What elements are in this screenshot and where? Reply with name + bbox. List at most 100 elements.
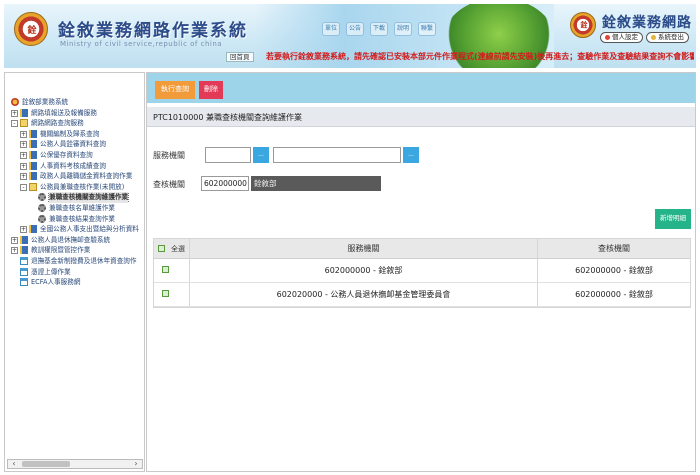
collapse-icon[interactable]: - — [11, 120, 18, 128]
announcement-icon[interactable]: 公告 — [346, 22, 364, 36]
sidebar-item[interactable]: 兼職查核機關查詢維護作業 — [5, 192, 144, 203]
ministry-logo-icon: 銓 — [14, 12, 48, 46]
sidebar-item[interactable]: 兼職查核結果查詢作業 — [5, 214, 144, 225]
contact-icon[interactable]: 聯繫 — [418, 22, 436, 36]
expand-icon[interactable]: + — [11, 109, 18, 117]
sidebar-item-label: 兼職查核結果查詢作業 — [49, 214, 115, 223]
sidebar-item-label: 退撫基金新制撥費及退休年資查詢作 — [31, 256, 137, 265]
header-banner: 銓 銓敘業務網路作業系統 Ministry of civil service,r… — [4, 4, 696, 68]
sidebar-item[interactable]: 兼職查核名單維護作業 — [5, 203, 144, 214]
sidebar-item-label: 公務人員銓審資料查詢 — [40, 140, 106, 149]
scroll-left-icon[interactable]: ‹ — [8, 459, 20, 469]
expand-icon[interactable]: + — [20, 162, 27, 170]
sidebar-item-label: 全國公務人事支出暨給與分析資料 — [40, 225, 139, 234]
sidebar-item[interactable]: 退撫基金新制撥費及退休年資查詢作 — [5, 256, 144, 267]
select-all-checkbox[interactable] — [158, 245, 165, 252]
row-select-cell — [154, 283, 190, 306]
expand-icon[interactable]: + — [20, 141, 27, 149]
sidebar-item-label: 公務人員退休撫卹查驗系統 — [31, 235, 111, 244]
book-icon — [29, 172, 37, 181]
expand-icon[interactable]: + — [20, 173, 27, 181]
sidebar-item[interactable]: + 公務人員銓審資料查詢 — [5, 139, 144, 150]
expand-icon[interactable]: + — [11, 236, 18, 244]
expand-icon[interactable]: + — [20, 151, 27, 159]
personal-settings-button[interactable]: 個人設定 — [600, 32, 643, 43]
row-checkbox[interactable] — [162, 266, 169, 273]
check-org-name: 銓敘部 — [251, 176, 381, 191]
sidebar-item[interactable]: + 全國公務人事支出暨給與分析資料 — [5, 224, 144, 235]
help-icon[interactable]: 說明 — [394, 22, 412, 36]
expand-icon[interactable]: + — [20, 226, 27, 234]
settings-dot-icon — [605, 35, 610, 40]
service-org-cell: 602000000 - 銓敘部 — [190, 259, 538, 282]
service-org-lookup-button[interactable]: ... — [253, 147, 269, 163]
scroll-right-icon[interactable]: › — [130, 459, 142, 469]
select-all-cell: 全選 — [154, 239, 190, 258]
sidebar-item[interactable]: + 網路填報送及報備服務 — [5, 108, 144, 119]
gear-icon — [38, 203, 46, 212]
book-open-icon — [29, 182, 37, 191]
home-link[interactable]: 回首頁 — [226, 52, 254, 62]
service-org-code-input[interactable] — [205, 147, 251, 163]
service-org-label: 服務機關 — [153, 151, 185, 160]
sidebar-item[interactable]: + 公保優存資料查詢 — [5, 150, 144, 161]
book-icon — [20, 246, 28, 255]
main-content: 執行查詢 刪除 PTC1010000 兼職查核機關查詢維護作業 服務機關 ...… — [146, 72, 696, 472]
doc-icon — [20, 278, 28, 287]
sidebar-item-label: 網路網路查詢服務 — [31, 119, 84, 128]
expand-icon[interactable]: + — [20, 130, 27, 138]
unit-icon[interactable]: 單位 — [322, 22, 340, 36]
logout-label: 系統登出 — [658, 33, 684, 41]
sidebar-item-label: 教訓權限暨管控作業 — [31, 246, 91, 255]
expand-icon[interactable]: + — [11, 247, 18, 255]
sidebar-item-label: 公務員兼職查核作業(未開放) — [40, 182, 125, 191]
gear-icon — [38, 193, 46, 202]
download-icon[interactable]: 下載 — [370, 22, 388, 36]
row-checkbox[interactable] — [162, 290, 169, 297]
delete-button[interactable]: 刪除 — [199, 81, 223, 99]
sidebar-item[interactable]: 憑證上傳作業 — [5, 267, 144, 278]
check-org-label: 查核機關 — [153, 180, 185, 189]
service-org-name-lookup-button[interactable]: ... — [403, 147, 419, 163]
system-subtitle: Ministry of civil service,republic of ch… — [60, 40, 223, 48]
sidebar-item[interactable]: + 政務人員離職儲金資料查詢作業 — [5, 171, 144, 182]
sidebar-item[interactable]: + 機關編制及歸系查詢 — [5, 129, 144, 140]
doc-icon — [20, 256, 28, 265]
select-all-label: 全選 — [171, 245, 185, 253]
sidebar-item[interactable]: + 公務人員退休撫卹查驗系統 — [5, 235, 144, 246]
sidebar-item-label: 機關編制及歸系查詢 — [40, 129, 100, 138]
sidebar-item[interactable]: + 人事資料考核成績查詢 — [5, 161, 144, 172]
sidebar-item-label: 政務人員離職儲金資料查詢作業 — [40, 172, 133, 181]
add-detail-button[interactable]: 新增明細 — [655, 209, 691, 229]
scrollbar-thumb[interactable] — [22, 461, 70, 467]
table-row[interactable]: 602000000 - 銓敘部 602000000 - 銓敘部 — [154, 259, 690, 283]
logout-button[interactable]: 系統登出 — [646, 32, 689, 43]
sidebar-item-label: 人事資料考核成績查詢 — [40, 161, 106, 170]
ministry-logo-right-icon: 銓 — [570, 12, 596, 38]
execute-query-button[interactable]: 執行查詢 — [155, 81, 195, 99]
sidebar-horizontal-scrollbar[interactable]: ‹ › — [7, 459, 143, 469]
book-icon — [29, 129, 37, 138]
service-org-name-input[interactable] — [273, 147, 401, 163]
book-icon — [20, 108, 28, 117]
logo-right-glyph: 銓 — [580, 21, 588, 29]
sidebar-item-label: 公保優存資料查詢 — [40, 150, 93, 159]
gear-icon — [38, 214, 46, 223]
sidebar-item-label: 銓敘部業務系統 — [22, 98, 69, 106]
service-org-row: 服務機關 ... ... — [147, 143, 695, 167]
results-table: 全選 服務機關 查核機關 602000000 - 銓敘部 602000000 -… — [153, 238, 691, 308]
system-title: 銓敘業務網路作業系統 — [58, 21, 248, 41]
sidebar-item[interactable]: ECFA人事服務網 — [5, 277, 144, 288]
user-buttons: 個人設定 系統登出 — [600, 32, 689, 43]
collapse-icon[interactable]: - — [20, 183, 27, 191]
sidebar-item[interactable]: - 網路網路查詢服務 — [5, 118, 144, 129]
doc-icon — [20, 267, 28, 276]
sidebar-item[interactable]: - 公務員兼職查核作業(未開放) — [5, 182, 144, 193]
book-icon — [29, 225, 37, 234]
sidebar-item[interactable]: 銓敘部業務系統 — [5, 97, 144, 108]
sidebar-item-label: 兼職查核機關查詢維護作業 — [47, 192, 130, 203]
logout-dot-icon — [651, 35, 656, 40]
sidebar-item-label: 兼職查核名單維護作業 — [49, 203, 115, 212]
sidebar-item[interactable]: + 教訓權限暨管控作業 — [5, 245, 144, 256]
table-row[interactable]: 602020000 - 公務人員退休撫卹基金管理委員會 602000000 - … — [154, 283, 690, 307]
